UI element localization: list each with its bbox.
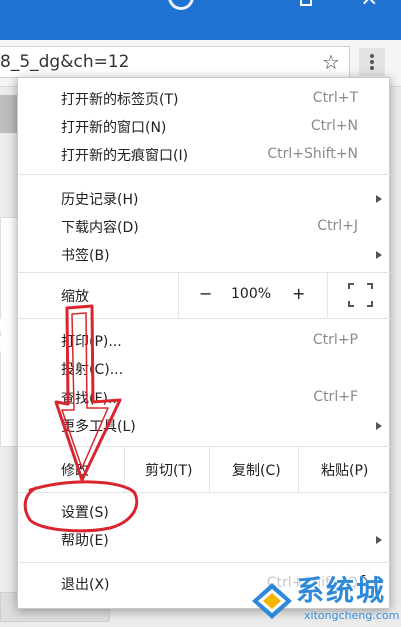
bookmark-star-icon[interactable]: ☆ <box>322 50 340 74</box>
page-banner <box>0 95 18 133</box>
edit-row: 修改 剪切(T) 复制(C) 粘贴(P) <box>18 446 391 492</box>
menu-item-label: 帮助(E) <box>61 533 109 549</box>
zoom-level: 100% <box>231 286 272 302</box>
menu-item-shortcut: Ctrl+J <box>317 218 358 234</box>
menu-item-cast[interactable]: 投射(C)... <box>18 355 391 383</box>
submenu-arrow-icon <box>376 536 382 544</box>
fullscreen-button[interactable] <box>327 272 393 318</box>
menu-item-shortcut: Ctrl+T <box>312 90 358 106</box>
menu-dot-icon <box>370 60 374 64</box>
address-text: 8_5_dg&ch=12 <box>0 52 130 72</box>
submenu-arrow-icon <box>376 195 382 203</box>
menu-divider <box>18 492 391 493</box>
menu-item-shortcut: Ctrl+Shift+N <box>267 146 358 162</box>
menu-item-label: 打开新的窗口(N) <box>61 120 167 136</box>
menu-item-label: 历史记录(H) <box>61 192 139 208</box>
menu-divider <box>18 562 391 563</box>
fullscreen-icon <box>348 283 373 307</box>
menu-item-new-tab[interactable]: 打开新的标签页(T) Ctrl+T <box>18 85 391 113</box>
close-icon[interactable]: × <box>360 0 378 10</box>
watermark-logo-icon <box>252 583 292 619</box>
menu-item-label: 退出(X) <box>61 577 110 593</box>
cut-label: 剪切(T) <box>145 463 193 479</box>
menu-item-history[interactable]: 历史记录(H) <box>18 185 391 213</box>
menu-item-label: 书签(B) <box>61 248 110 264</box>
menu-item-label: 更多工具(L) <box>61 419 136 435</box>
zoom-label: 缩放 <box>61 289 89 305</box>
cut-button[interactable]: 剪切(T) <box>124 446 210 492</box>
submenu-arrow-icon <box>376 251 382 259</box>
menu-item-new-window[interactable]: 打开新的窗口(N) Ctrl+N <box>18 113 391 141</box>
menu-item-bookmarks[interactable]: 书签(B) <box>18 241 391 269</box>
copy-label: 复制(C) <box>232 463 281 479</box>
menu-item-downloads[interactable]: 下载内容(D) Ctrl+J <box>18 213 391 241</box>
zoom-in-button[interactable]: + <box>292 284 305 303</box>
menu-button[interactable] <box>359 48 385 76</box>
maximize-icon[interactable] <box>300 0 312 6</box>
menu-item-shortcut: Ctrl+F <box>313 389 358 405</box>
watermark-text: 系统城 <box>296 574 387 607</box>
menu-item-incognito[interactable]: 打开新的无痕窗口(I) Ctrl+Shift+N <box>18 141 391 169</box>
watermark-url: xitongcheng.com <box>304 609 400 622</box>
copy-button[interactable]: 复制(C) <box>209 446 299 492</box>
menu-item-label: 打开新的标签页(T) <box>61 92 179 108</box>
menu-item-help[interactable]: 帮助(E) <box>18 526 391 554</box>
menu-divider <box>18 318 391 319</box>
menu-item-more-tools[interactable]: 更多工具(L) <box>18 412 391 440</box>
zoom-out-button[interactable]: − <box>199 284 212 303</box>
menu-item-label: 打印(P)... <box>61 334 122 350</box>
menu-divider <box>18 174 391 175</box>
zoom-row: 缩放 − 100% + <box>18 272 391 318</box>
menu-item-label: 投射(C)... <box>61 362 124 378</box>
menu-item-print[interactable]: 打印(P)... Ctrl+P <box>18 327 391 355</box>
menu-item-label: 设置(S) <box>61 505 109 521</box>
menu-item-shortcut: Ctrl+P <box>312 332 358 348</box>
menu-item-label: 下载内容(D) <box>61 220 139 236</box>
menu-dot-icon <box>370 66 374 70</box>
chrome-menu: 打开新的标签页(T) Ctrl+T 打开新的窗口(N) Ctrl+N 打开新的无… <box>17 77 391 609</box>
menu-item-label: 查找(F)... <box>61 391 122 407</box>
address-bar[interactable]: 8_5_dg&ch=12 ☆ <box>0 46 350 78</box>
menu-item-shortcut: Ctrl+N <box>310 118 358 134</box>
submenu-arrow-icon <box>376 422 382 430</box>
menu-item-find[interactable]: 查找(F)... Ctrl+F <box>18 384 391 412</box>
edit-label: 修改 <box>61 463 89 479</box>
paste-button[interactable]: 粘贴(P) <box>298 446 392 492</box>
title-bar: × <box>0 0 401 40</box>
menu-item-settings[interactable]: 设置(S) <box>18 498 391 526</box>
zoom-controls: − 100% + <box>178 272 392 318</box>
tab-shape <box>168 0 194 10</box>
menu-dot-icon <box>370 54 374 58</box>
menu-item-label: 打开新的无痕窗口(I) <box>61 148 189 164</box>
paste-label: 粘贴(P) <box>321 463 369 479</box>
watermark: 系统城 xitongcheng.com <box>246 574 401 627</box>
